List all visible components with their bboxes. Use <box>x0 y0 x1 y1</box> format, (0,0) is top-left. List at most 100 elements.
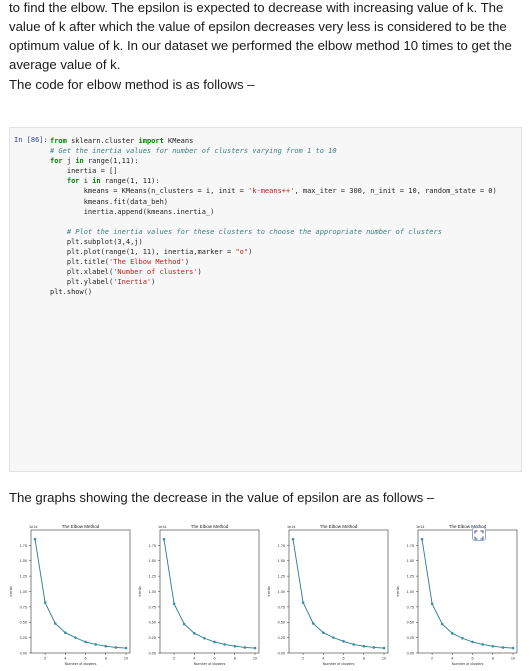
data-point <box>362 644 366 648</box>
code-line: plt.subplot(3,4,j) <box>50 237 143 246</box>
cell-prompt: In [86]: <box>14 136 48 144</box>
chart-title: The Elbow Method <box>62 524 100 529</box>
y-tick-label: 1.75 <box>20 544 27 548</box>
x-axis-label: Number of clusters <box>452 662 484 666</box>
data-point <box>43 601 47 604</box>
x-tick-label: 10 <box>253 657 257 661</box>
x-tick-label: 4 <box>64 657 66 661</box>
data-point <box>53 622 57 625</box>
data-point <box>322 631 325 635</box>
scale-label: 1e14 <box>416 525 424 529</box>
y-tick-label: 1.50 <box>20 559 27 563</box>
series-line <box>292 539 385 649</box>
plot-frame <box>417 529 518 654</box>
plot-frame <box>30 529 131 654</box>
x-tick-label: 2 <box>302 657 304 661</box>
code-line: for i in range(1, 11): <box>66 177 160 186</box>
x-axis-label: Number of clusters <box>323 662 355 666</box>
data-point <box>420 537 424 541</box>
chart-panel: The Elbow Method1e140.000.250.500.751.00… <box>267 524 389 666</box>
y-tick-label: 0.75 <box>20 605 27 609</box>
y-tick-label: 0.25 <box>278 636 285 640</box>
scale-label: 1e14 <box>287 525 295 529</box>
data-point <box>114 646 118 649</box>
y-tick-label: 0.75 <box>149 605 156 609</box>
x-tick-label: 6 <box>471 657 473 661</box>
code-line: plt.ylabel('Inertia') <box>50 278 156 287</box>
y-axis-label: Inertia <box>396 587 400 597</box>
y-tick-label: 0.25 <box>407 636 414 640</box>
x-tick-label: 6 <box>84 657 86 661</box>
data-point <box>491 644 495 648</box>
y-tick-label: 1.00 <box>407 590 414 594</box>
code-intro-paragraph: The code for elbow method is as follows … <box>9 77 255 92</box>
y-tick-label: 1.00 <box>20 590 27 594</box>
y-tick-label: 1.50 <box>278 559 285 563</box>
data-point <box>104 644 108 648</box>
series-line <box>163 539 256 649</box>
data-point <box>203 636 206 640</box>
y-axis-label: Inertia <box>9 587 13 597</box>
x-tick-label: 8 <box>492 657 494 661</box>
data-point <box>182 622 186 626</box>
y-tick-label: 1.50 <box>407 559 414 563</box>
code-line: kmeans = KMeans(n_clusters = i, init = '… <box>50 187 497 196</box>
scale-label: 1e14 <box>158 525 166 529</box>
data-point <box>461 636 464 640</box>
data-point <box>430 602 434 606</box>
data-point <box>33 537 37 541</box>
data-point <box>223 643 226 646</box>
intro-paragraph: to find the elbow. The epsilon is expect… <box>9 0 512 72</box>
data-point <box>311 622 315 625</box>
y-tick-label: 0.00 <box>20 651 27 655</box>
data-point <box>233 644 237 648</box>
code-line: from sklearn.cluster import KMeans <box>50 137 194 145</box>
code-line: for j in range(1,11): <box>50 157 139 166</box>
y-tick-label: 1.00 <box>278 590 285 594</box>
data-point <box>451 632 454 635</box>
y-tick-label: 0.50 <box>149 621 156 625</box>
x-tick-label: 4 <box>451 657 453 661</box>
x-tick-label: 10 <box>511 657 515 661</box>
code-line: plt.title('The Elbow Method') <box>50 258 190 267</box>
y-tick-label: 0.25 <box>149 636 156 640</box>
elbow-charts: The Elbow Method 1e14 0.00 0.25 0.50 0.75 1.00… <box>6 521 522 669</box>
data-point <box>511 646 515 650</box>
y-tick-label: 0.75 <box>407 605 414 609</box>
x-tick-label: 2 <box>44 657 46 661</box>
y-tick-label: 1.75 <box>407 544 414 548</box>
chart-panel: The Elbow Method1e140.000.250.500.751.00… <box>396 524 518 666</box>
code-line: inertia.append(kmeans.inertia_) <box>50 207 215 216</box>
y-tick-label: 0.75 <box>278 605 285 609</box>
data-point <box>372 646 376 649</box>
code-line: plt.show() <box>50 288 93 297</box>
x-tick-label: 10 <box>382 657 386 661</box>
plot-frame <box>288 529 389 654</box>
data-point <box>64 631 67 635</box>
y-tick-label: 1.00 <box>149 590 156 594</box>
y-tick-label: 1.75 <box>278 544 285 548</box>
data-point <box>162 537 166 541</box>
y-tick-label: 1.25 <box>407 575 414 579</box>
graphs-intro-paragraph: The graphs showing the decrease in the v… <box>9 490 435 505</box>
code-line: inertia = [] <box>50 167 118 176</box>
expand-icon[interactable] <box>472 527 486 541</box>
x-axis-label: Number of clusters <box>194 662 226 666</box>
x-tick-label: 4 <box>193 657 195 661</box>
x-tick-label: 2 <box>431 657 433 661</box>
data-point <box>342 640 345 643</box>
chart-panel: The Elbow Method1e140.000.250.500.751.00… <box>9 524 131 666</box>
y-tick-label: 1.50 <box>149 559 156 563</box>
y-tick-label: 0.00 <box>278 651 285 655</box>
y-tick-label: 1.25 <box>149 575 156 579</box>
code-line: plt.plot(range(1, 11), inertia,marker = … <box>50 248 253 257</box>
code-line: plt.xlabel('Number of clusters') <box>50 268 202 277</box>
data-point <box>382 646 386 650</box>
data-point <box>193 632 196 635</box>
x-tick-label: 10 <box>124 657 128 661</box>
y-axis-label: Inertia <box>138 587 142 597</box>
y-tick-label: 0.00 <box>407 651 414 655</box>
series-line <box>34 539 127 649</box>
chart-title: The Elbow Method <box>191 524 229 529</box>
code-line: # Get the inertia values for number of c… <box>50 147 337 156</box>
